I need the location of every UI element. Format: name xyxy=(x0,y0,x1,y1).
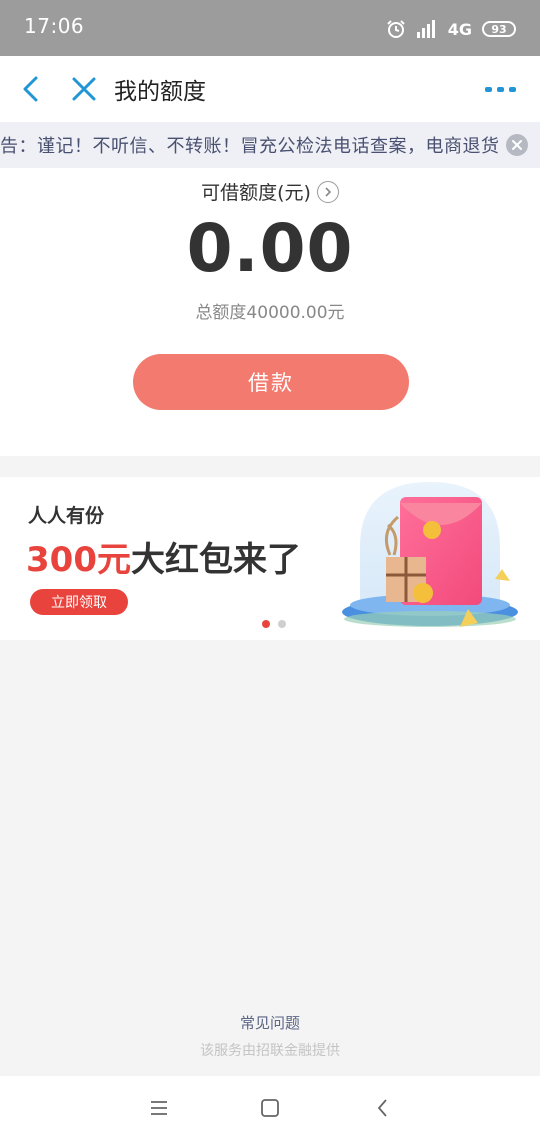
quota-label: 可借额度(元) xyxy=(201,182,311,204)
carousel-indicator xyxy=(262,620,286,628)
notice-text: 告：谨记！不听信、不转账！冒充公检法电话查案，电商退货退 xyxy=(0,136,500,157)
notice-bar: 告：谨记！不听信、不转账！冒充公检法电话查案，电商退货退 xyxy=(0,122,540,168)
back-icon[interactable] xyxy=(14,71,50,107)
carousel-dot-1[interactable] xyxy=(262,620,270,628)
page-title: 我的额度 xyxy=(114,79,206,105)
status-bar: 17:06 4G 93 xyxy=(0,0,540,56)
back-nav-icon[interactable] xyxy=(371,1096,395,1120)
banner-headline: 300元大红包来了 xyxy=(26,532,301,581)
battery-level: 93 xyxy=(491,22,507,36)
carousel-dot-2[interactable] xyxy=(278,620,286,628)
banner-headline-text: 大红包来了 xyxy=(130,540,301,580)
status-icons: 4G 93 xyxy=(386,16,516,42)
quota-label-row[interactable]: 可借额度(元) xyxy=(0,178,540,205)
menu-icon[interactable] xyxy=(147,1096,171,1120)
claim-now-button[interactable]: 立即领取 xyxy=(30,589,128,615)
status-time: 17:06 xyxy=(24,14,85,38)
banner-amount: 300元 xyxy=(26,540,131,580)
notice-close-button[interactable] xyxy=(506,134,528,156)
provider-note: 该服务由招联金融提供 xyxy=(200,1043,340,1059)
nav-bar: 我的额度 xyxy=(0,56,540,122)
system-nav-bar xyxy=(0,1076,540,1140)
quota-card: 可借额度(元) 0.00 总额度40000.00元 借款 xyxy=(0,168,540,456)
network-type: 4G xyxy=(447,19,472,39)
borrow-button[interactable]: 借款 xyxy=(133,354,409,410)
promo-banner[interactable]: 人人有份 300元大红包来了 立即领取 xyxy=(0,477,540,640)
red-envelope-illustration xyxy=(342,482,518,627)
banner-subtitle: 人人有份 xyxy=(28,505,105,527)
home-icon[interactable] xyxy=(258,1096,282,1120)
battery-icon: 93 xyxy=(482,21,516,37)
signal-icon xyxy=(416,20,435,38)
alarm-icon xyxy=(387,20,405,38)
faq-link[interactable]: 常见问题 xyxy=(0,1012,540,1033)
available-amount: 0.00 xyxy=(186,210,354,287)
close-icon xyxy=(512,140,522,150)
close-icon[interactable] xyxy=(66,71,102,107)
chevron-right-icon[interactable] xyxy=(316,180,339,203)
total-quota: 总额度40000.00元 xyxy=(195,303,345,323)
more-icon[interactable] xyxy=(484,79,518,99)
